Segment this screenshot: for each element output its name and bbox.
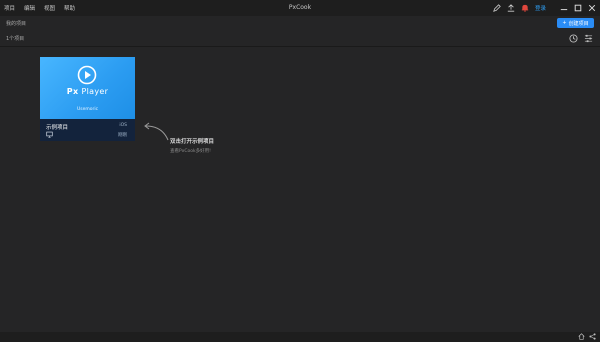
title-bar-actions: 登录 (493, 2, 596, 14)
pen-icon[interactable] (493, 4, 501, 12)
plus-icon: + (562, 20, 567, 26)
menu-item-project[interactable]: 项目 (4, 4, 15, 12)
upload-icon[interactable] (507, 4, 515, 12)
breadcrumb[interactable]: 我的项目 (6, 20, 26, 27)
project-name: 示例项目 (46, 125, 69, 131)
create-project-button[interactable]: + 创建项目 (557, 18, 594, 28)
logo-text-player: Player (81, 87, 109, 96)
project-platform: iOS (119, 123, 127, 128)
menu-item-view[interactable]: 视图 (44, 4, 55, 12)
home-icon[interactable] (578, 333, 585, 342)
play-icon (77, 65, 97, 85)
bell-icon[interactable] (521, 4, 529, 12)
hint-title: 双击打开示例项目 (170, 139, 215, 145)
sub-header (0, 16, 600, 30)
minimize-icon[interactable] (560, 4, 568, 12)
menu-bar: 项目 编辑 视图 帮助 (4, 4, 75, 12)
status-actions (578, 333, 596, 342)
menu-item-edit[interactable]: 编辑 (24, 4, 35, 12)
project-card[interactable]: Px Player Usemoric 示例项目 iOS 刚刚 (40, 57, 135, 141)
project-thumbnail: Px Player Usemoric (40, 57, 135, 119)
close-icon[interactable] (588, 4, 596, 12)
project-modified-time: 刚刚 (118, 133, 127, 138)
filter-icon[interactable] (584, 34, 593, 45)
menu-item-help[interactable]: 帮助 (64, 4, 75, 12)
status-bar (0, 332, 600, 342)
thumbnail-author: Usemoric (76, 107, 99, 112)
monitor-icon (46, 131, 53, 140)
share-icon[interactable] (589, 333, 596, 342)
maximize-icon[interactable] (574, 4, 582, 12)
logo-text-px: Px (66, 87, 79, 96)
player-logo: Px Player (40, 87, 135, 96)
list-toolbar (0, 32, 600, 47)
curved-arrow-icon (144, 122, 169, 141)
project-count: 1个项目 (6, 36, 25, 42)
create-project-label: 创建项目 (568, 20, 589, 27)
clock-icon[interactable] (569, 34, 578, 45)
login-link[interactable]: 登录 (535, 4, 546, 12)
hint-subtitle: 查看PxCook多好用! (170, 149, 211, 154)
